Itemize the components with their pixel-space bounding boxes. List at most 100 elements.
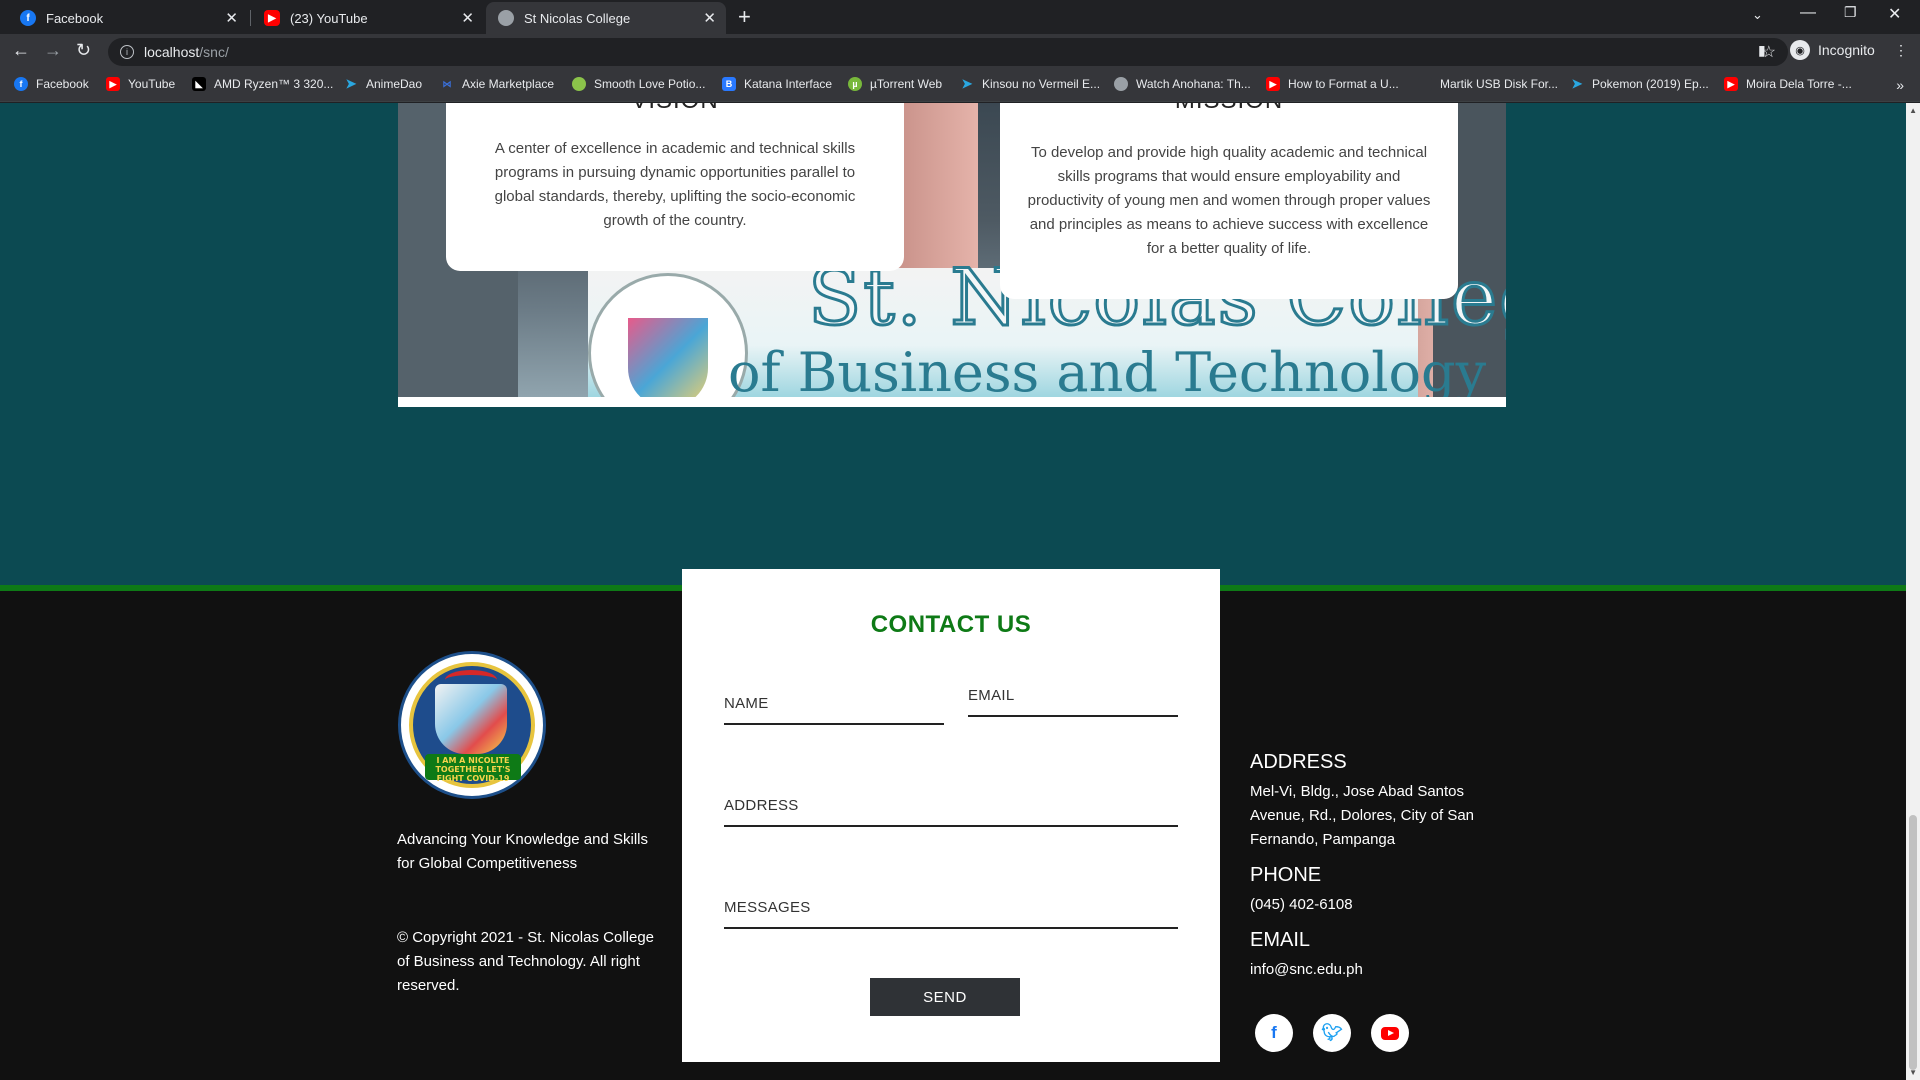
vision-text: A center of excellence in academic and t… xyxy=(494,140,856,229)
tab-youtube[interactable]: ▶ (23) YouTube ✕ xyxy=(252,2,484,34)
footer-copyright: © Copyright 2021 - St. Nicolas College o… xyxy=(397,929,655,994)
email-input[interactable] xyxy=(968,687,1178,704)
messages-input[interactable] xyxy=(724,899,1178,923)
reload-icon[interactable]: ↻ xyxy=(76,40,91,61)
contact-title: CONTACT US xyxy=(870,611,1032,638)
email-field[interactable] xyxy=(968,687,1178,717)
bookmark-youtube[interactable]: ▶ YouTube xyxy=(106,77,175,91)
tab-title: (23) YouTube xyxy=(290,10,368,26)
incognito-profile[interactable]: ◉ Incognito xyxy=(1790,40,1875,60)
email-heading: EMAIL xyxy=(1250,929,1311,951)
mission-card: MISSION To develop and provide high qual… xyxy=(1000,103,1458,299)
bookmark-utorrent[interactable]: µ µTorrent Web xyxy=(848,77,942,91)
logo-banner: I AM A NICOLITE TOGETHER LET'S FIGHT COV… xyxy=(425,754,521,783)
youtube-icon: ▶ xyxy=(1724,77,1738,91)
contact-form-card: CONTACT US SEND xyxy=(682,569,1220,1062)
side-panel-icon[interactable]: ▮ xyxy=(1758,42,1766,59)
bookmark-animedao[interactable]: ➤ AnimeDao xyxy=(344,76,422,91)
mission-heading: MISSION xyxy=(1000,103,1458,113)
facebook-icon: f xyxy=(20,10,36,26)
bookmark-pokemon[interactable]: ➤ Pokemon (2019) Ep... xyxy=(1570,76,1709,91)
vision-heading: VISION xyxy=(446,103,904,113)
tab-separator xyxy=(250,10,251,26)
address-input[interactable] xyxy=(724,797,1178,814)
close-icon[interactable]: ✕ xyxy=(225,9,238,27)
logo-crest xyxy=(435,684,507,754)
send-icon: ➤ xyxy=(1571,76,1583,91)
menu-kebab-icon[interactable]: ⋮ xyxy=(1894,42,1908,59)
bookmark-slp[interactable]: Smooth Love Potio... xyxy=(572,77,705,91)
bookmark-amd[interactable]: ◣ AMD Ryzen™ 3 320... xyxy=(192,77,333,91)
address-bar[interactable]: i localhost/snc/ ☆ xyxy=(108,38,1788,66)
address-field[interactable] xyxy=(724,797,1178,827)
social-links: f 🐦︎ xyxy=(1255,1014,1409,1052)
phone-text: (045) 402-6108 xyxy=(1250,896,1353,913)
scroll-thumb[interactable] xyxy=(1909,815,1917,1070)
page-viewport: St. Nicolas College of Business and Tech… xyxy=(0,103,1920,1080)
close-icon[interactable]: ✕ xyxy=(703,9,716,27)
youtube-icon: ▶ xyxy=(264,10,280,26)
send-button[interactable]: SEND xyxy=(870,978,1020,1016)
name-input[interactable] xyxy=(724,695,944,712)
restore-icon[interactable]: ❐ xyxy=(1844,4,1857,21)
tab-search-icon[interactable]: ⌄ xyxy=(1752,7,1763,23)
incognito-icon: ◉ xyxy=(1790,40,1810,60)
scroll-up-icon[interactable]: ▲ xyxy=(1909,106,1917,115)
window-close-icon[interactable]: ✕ xyxy=(1888,4,1901,24)
tab-strip: f Facebook ✕ ▶ (23) YouTube ✕ St Nicolas… xyxy=(0,0,1920,34)
facebook-icon[interactable]: f xyxy=(1255,1014,1293,1052)
bookmark-anohana[interactable]: Watch Anohana: Th... xyxy=(1114,77,1251,91)
close-icon[interactable]: ✕ xyxy=(461,9,474,27)
twitter-icon[interactable]: 🐦︎ xyxy=(1313,1014,1351,1052)
globe-icon xyxy=(1114,77,1128,91)
back-icon[interactable]: ← xyxy=(12,40,30,61)
tab-st-nicolas[interactable]: St Nicolas College ✕ xyxy=(486,2,726,34)
send-icon: ➤ xyxy=(345,76,357,91)
contact-info: ADDRESS Mel-Vi, Bldg., Jose Abad Santos … xyxy=(1250,751,1510,994)
college-crest-image xyxy=(628,318,708,397)
bookmark-moira[interactable]: ▶ Moira Dela Torre -... xyxy=(1724,77,1852,91)
info-icon[interactable]: i xyxy=(120,45,134,59)
bookmarks-bar: f Facebook ▶ YouTube ◣ AMD Ryzen™ 3 320... … xyxy=(0,70,1920,102)
browser-toolbar: ← → ↻ i localhost/snc/ ☆ ▮ ◉ Incognito ⋮ xyxy=(0,34,1920,70)
amd-icon: ◣ xyxy=(192,77,206,91)
send-icon: ➤ xyxy=(961,76,973,91)
phone-heading: PHONE xyxy=(1250,864,1322,886)
new-tab-button[interactable]: + xyxy=(738,6,751,28)
minimize-icon[interactable]: — xyxy=(1800,4,1816,22)
bookmark-axie[interactable]: ⋈ Axie Marketplace xyxy=(440,77,555,91)
address-heading: ADDRESS xyxy=(1250,751,1347,773)
name-field[interactable] xyxy=(724,695,944,725)
potion-icon xyxy=(572,77,586,91)
youtube-icon[interactable] xyxy=(1371,1014,1409,1052)
scroll-down-icon[interactable]: ▼ xyxy=(1909,1068,1917,1077)
footer-tagline: Advancing Your Knowledge and Skills for … xyxy=(397,831,649,872)
bookmark-kinsou[interactable]: ➤ Kinsou no Vermeil E... xyxy=(960,76,1101,91)
college-seal-icon xyxy=(498,10,514,26)
college-logo: I AM A NICOLITE TOGETHER LET'S FIGHT COV… xyxy=(398,651,546,799)
youtube-icon: ▶ xyxy=(1266,77,1280,91)
mission-text: To develop and provide high quality acad… xyxy=(1027,144,1431,257)
bookmark-katana[interactable]: B Katana Interface xyxy=(722,77,832,91)
blank-page-icon xyxy=(1418,77,1432,91)
axie-icon: ⋈ xyxy=(442,78,452,89)
facebook-icon: f xyxy=(14,77,28,91)
forward-icon[interactable]: → xyxy=(44,40,62,61)
signboard-subtitle: of Business and Technology xyxy=(728,341,1487,397)
profile-label: Incognito xyxy=(1818,42,1875,58)
page-scrollbar[interactable]: ▲ ▼ xyxy=(1906,103,1920,1080)
katana-icon: B xyxy=(722,77,736,91)
vision-card: VISION A center of excellence in academi… xyxy=(446,103,904,271)
bookmarks-overflow-icon[interactable]: » xyxy=(1896,77,1904,93)
tab-facebook[interactable]: f Facebook ✕ xyxy=(8,2,248,34)
hero-bottom-strip xyxy=(398,397,1506,407)
bookmark-facebook[interactable]: f Facebook xyxy=(14,77,89,91)
email-text: info@snc.edu.ph xyxy=(1250,961,1363,978)
bookmark-martik[interactable]: Martik USB Disk For... xyxy=(1418,77,1558,91)
address-text: Mel-Vi, Bldg., Jose Abad Santos Avenue, … xyxy=(1250,783,1475,848)
youtube-icon: ▶ xyxy=(106,77,120,91)
messages-field[interactable] xyxy=(724,899,1178,929)
bookmark-format-usb[interactable]: ▶ How to Format a U... xyxy=(1266,77,1399,91)
tab-title: St Nicolas College xyxy=(524,10,631,26)
url-text: localhost/snc/ xyxy=(144,44,229,60)
